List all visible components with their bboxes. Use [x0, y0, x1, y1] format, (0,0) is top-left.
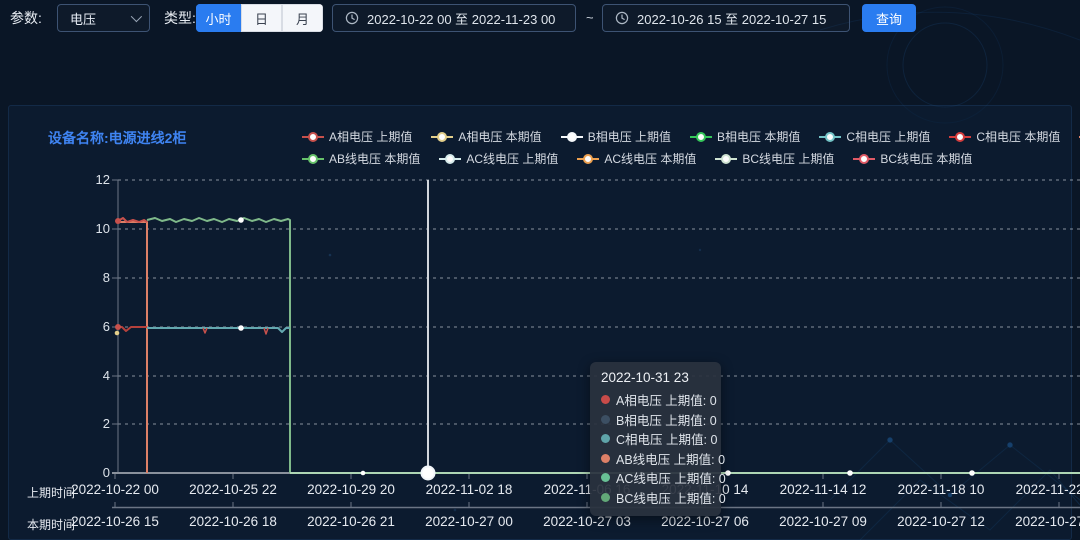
x-tick-label: 2022-10-26 21: [290, 514, 412, 529]
x-tick-label: 2022-11-22 08: [998, 482, 1080, 497]
x-tick-label: 2022-11-18 10: [880, 482, 1002, 497]
x-tick-label: 2022-10-27 15: [998, 514, 1080, 529]
data-point-markers: [115, 217, 975, 479]
series-line-a-prev-low: [118, 327, 147, 331]
series-color-dot: [601, 415, 610, 424]
x-tick-label: 2022-11-02 18: [408, 482, 530, 497]
y-tick-label: 4: [80, 368, 110, 383]
tooltip-row: AB线电压 上期值: 0: [601, 449, 710, 469]
crosshair-point: [422, 467, 435, 480]
series-line-b-curr: [147, 218, 290, 473]
x-tick-label: 2022-10-29 20: [290, 482, 412, 497]
y-tick-label: 0: [80, 465, 110, 480]
chart-canvas[interactable]: [0, 0, 1080, 540]
x-tick-label: 2022-10-22 00: [54, 482, 176, 497]
series-color-dot: [601, 434, 610, 443]
x-tick-label: 2022-10-26 18: [172, 514, 294, 529]
y-tick-label: 10: [80, 221, 110, 236]
tooltip-row: BC线电压 上期值: 0: [601, 488, 710, 508]
chart-tooltip: 2022-10-31 23 A相电压 上期值: 0 B相电压 上期值: 0 C相…: [590, 362, 721, 516]
tooltip-title: 2022-10-31 23: [601, 370, 710, 385]
tooltip-row: C相电压 上期值: 0: [601, 429, 710, 449]
x-tick-label: 2022-10-26 15: [54, 514, 176, 529]
x-tick-label: 2022-10-27 00: [408, 514, 530, 529]
series-color-dot: [601, 493, 610, 502]
series-color-dot: [601, 473, 610, 482]
series-color-dot: [601, 454, 610, 463]
y-tick-label: 8: [80, 270, 110, 285]
y-tick-label: 6: [80, 319, 110, 334]
series-line-ab-prev: [118, 222, 147, 473]
x-tick-label: 2022-11-14 12: [762, 482, 884, 497]
tooltip-row: AC线电压 上期值: 0: [601, 468, 710, 488]
y-tick-label: 2: [80, 416, 110, 431]
x-tick-label: 2022-10-25 22: [172, 482, 294, 497]
tooltip-row: A相电压 上期值: 0: [601, 390, 710, 410]
tooltip-row: B相电压 上期值: 0: [601, 410, 710, 430]
x-tick-label: 2022-10-27 03: [526, 514, 648, 529]
x-tick-label: 2022-10-27 06: [644, 514, 766, 529]
series-color-dot: [601, 395, 610, 404]
x-tick-label: 2022-10-27 09: [762, 514, 884, 529]
x-tick-label: 2022-10-27 12: [880, 514, 1002, 529]
y-tick-label: 12: [80, 172, 110, 187]
